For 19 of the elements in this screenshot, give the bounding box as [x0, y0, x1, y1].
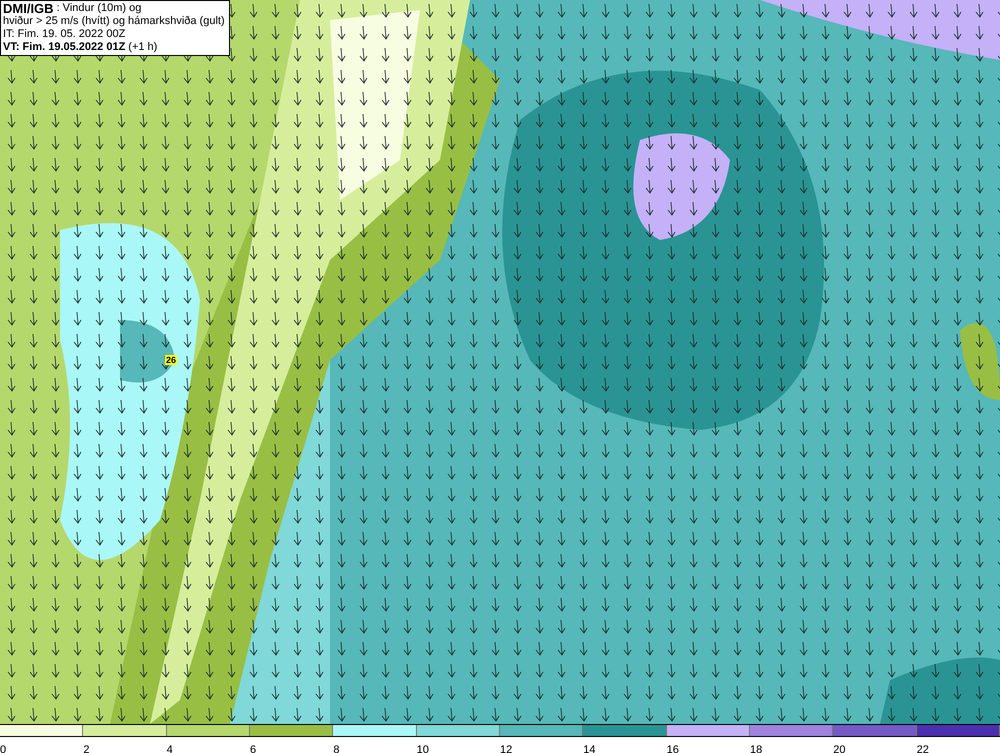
legend-tick-label: 4 [166, 744, 173, 753]
valid-time: VT: Fim. 19.05.2022 01Z [3, 41, 126, 54]
legend-tick-label: 6 [250, 744, 256, 753]
map-source: DMI/IGB [3, 2, 54, 15]
map-description: : Vindur (10m) og [56, 2, 142, 15]
valid-offset: (+1 h) [128, 41, 158, 54]
legend-tick-label: 18 [750, 744, 762, 753]
map-subtitle: hviður > 25 m/s (hvítt) og hámarkshviða (gult) [3, 15, 225, 28]
legend-tick-label: 10 [416, 744, 429, 753]
legend-tick-label: 16 [666, 744, 679, 753]
legend-tick-label: 22 [916, 744, 929, 753]
legend-tick-label: 20 [833, 744, 846, 753]
legend-tick-label: 0 [0, 744, 6, 753]
legend-tick-label: 14 [583, 744, 596, 753]
gust-label: 26 [165, 355, 178, 365]
legend-tick-label: 2 [83, 744, 90, 753]
legend-tick-label: 8 [333, 744, 340, 753]
issue-time: IT: Fim. 19. 05. 2022 00Z [3, 28, 126, 41]
legend-tick-label: 12 [500, 744, 512, 753]
